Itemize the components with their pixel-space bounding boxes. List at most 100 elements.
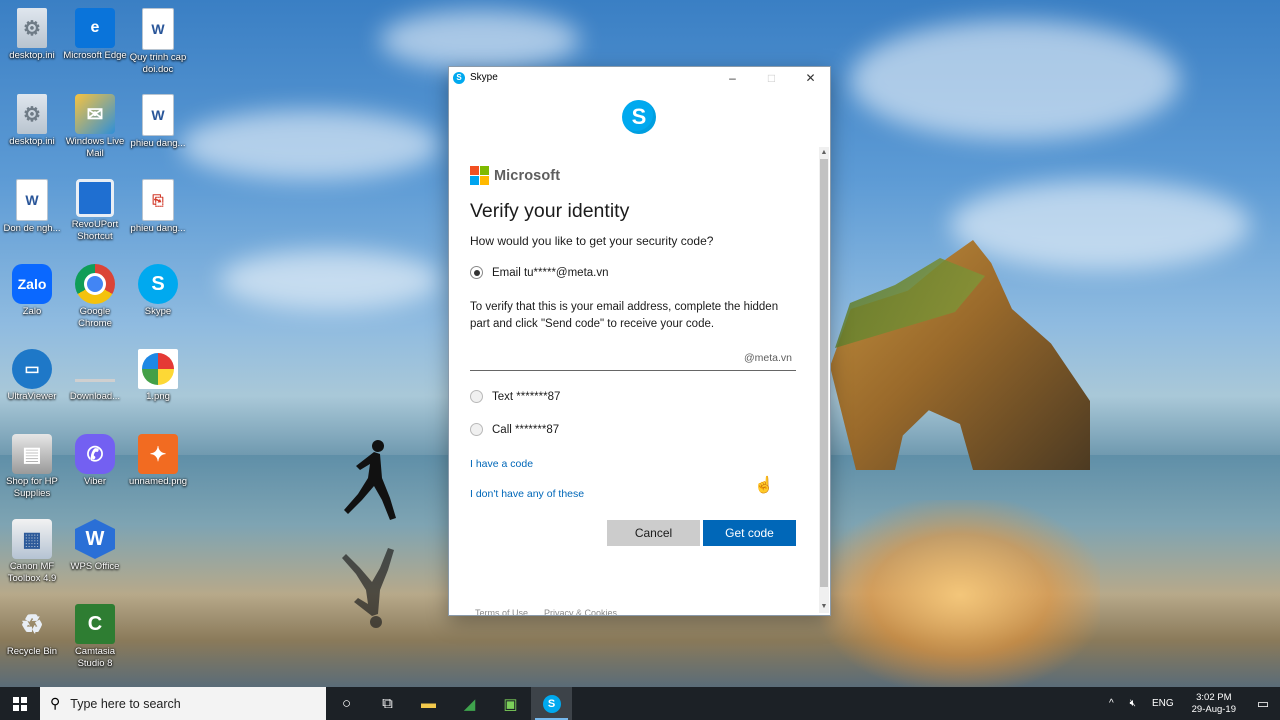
desktop-icon-viber[interactable]: ✆ Viber (63, 428, 127, 488)
desktop-icon-revouport[interactable]: RevoUPort Shortcut (63, 173, 127, 243)
window-title: Skype (470, 72, 498, 83)
image-icon (138, 349, 178, 389)
settings-file-icon: ⚙ (17, 8, 47, 48)
clock-time: 3:02 PM (1196, 691, 1232, 703)
privacy-link[interactable]: Privacy & Cookies (544, 608, 617, 615)
word-doc-icon: W (142, 94, 174, 136)
page-title: Verify your identity (470, 200, 630, 222)
hand-cursor-icon: ☝ (754, 477, 774, 494)
viber-icon: ✆ (75, 434, 115, 474)
desktop-icon-live-mail[interactable]: ✉ Windows Live Mail (63, 88, 127, 160)
clock-date: 29-Aug-19 (1191, 703, 1236, 715)
runner-silhouette (344, 440, 396, 520)
get-code-button[interactable]: Get code (703, 520, 796, 546)
file-explorer-button[interactable]: ▬ (408, 687, 449, 720)
edge-icon: e (75, 8, 115, 48)
cortana-circle-icon: ○ (341, 695, 352, 712)
email-domain-suffix: @meta.vn (744, 352, 793, 364)
minimize-button[interactable]: – (713, 67, 752, 88)
option-call-label: Call *******87 (492, 423, 560, 436)
call-radio[interactable] (470, 423, 483, 436)
clock[interactable]: 3:02 PM 29-Aug-19 (1182, 692, 1246, 716)
download-icon (75, 349, 115, 389)
pdf-icon: ⎘ (142, 179, 174, 221)
desktop-icon-download[interactable]: Download... (63, 343, 127, 403)
desktop-icon-desktop-ini-2[interactable]: ⚙ desktop.ini (0, 88, 64, 148)
footer-links: Terms of Use Privacy & Cookies (475, 608, 617, 615)
windows-logo-icon (13, 696, 27, 711)
desktop-icon-edge[interactable]: e Microsoft Edge (63, 2, 127, 62)
notification-center-icon[interactable]: ▭ (1246, 687, 1280, 720)
wps-icon: W (75, 519, 115, 559)
email-radio[interactable] (470, 266, 483, 279)
cloud (950, 180, 1250, 270)
word-doc-icon: W (16, 179, 48, 221)
desktop-icon-camtasia[interactable]: C Camtasia Studio 8 (63, 598, 127, 670)
skype-window: S Skype – □ ✕ S Microsoft Verify your id… (449, 67, 830, 615)
desktop-icon-phieu-dang[interactable]: W phieu dang... (126, 88, 190, 150)
microsoft-logo: Microsoft (470, 166, 560, 185)
printer-icon: ▤ (12, 434, 52, 474)
microsoft-brand-text: Microsoft (494, 167, 561, 184)
desktop-icon-quy-trinh[interactable]: W Quy trinh cap doi.doc (126, 2, 190, 76)
desktop-icon-phieu-dang-pdf[interactable]: ⎘ phieu dang... (126, 173, 190, 235)
terms-link[interactable]: Terms of Use (475, 608, 528, 615)
zalo-icon: Zalo (12, 264, 52, 304)
no-options-link[interactable]: I don't have any of these (470, 488, 584, 500)
desktop-icon-don-de-nghi[interactable]: W Don de ngh... (0, 173, 64, 235)
skype-taskbar-button[interactable]: S (531, 687, 572, 720)
desktop-icon-1-png[interactable]: 1.png (126, 343, 190, 403)
desktop-icon-wps-office[interactable]: W WPS Office (63, 513, 127, 573)
image-icon: ✦ (138, 434, 178, 474)
folder-icon: ▬ (421, 695, 436, 712)
task-view-button[interactable]: ⧉ (367, 687, 408, 720)
cancel-button[interactable]: Cancel (607, 520, 700, 546)
recycle-bin-icon: ♻ (20, 608, 44, 639)
desktop-icon-hp-supplies[interactable]: ▤ Shop for HP Supplies (0, 428, 64, 500)
runner-reflection (342, 548, 394, 628)
option-text-label: Text *******87 (492, 390, 561, 403)
word-doc-icon: W (142, 8, 174, 50)
security-question: How would you like to get your security … (470, 234, 714, 248)
skype-logo-icon: S (622, 100, 656, 134)
scroll-up-arrow-icon[interactable]: ▲ (819, 147, 829, 159)
desktop-icon-zalo[interactable]: Zalo Zalo (0, 258, 64, 318)
skype-icon: S (138, 264, 178, 304)
language-indicator[interactable]: ENG (1144, 698, 1182, 709)
verify-description: To verify that this is your email addres… (470, 301, 779, 330)
window-titlebar[interactable]: S Skype – □ ✕ (449, 67, 830, 88)
desktop-icon-recycle-bin[interactable]: ♻ Recycle Bin (0, 598, 64, 658)
option-call[interactable]: Call *******87 (470, 423, 559, 436)
scroll-down-arrow-icon[interactable]: ▼ (819, 601, 829, 613)
skype-app-icon: S (453, 71, 465, 84)
camtasia-taskbar-button[interactable]: ▣ (490, 687, 531, 720)
cloud (380, 10, 580, 70)
cloud (220, 250, 440, 310)
scroll-thumb[interactable] (820, 159, 828, 587)
cortana-button[interactable]: ○ (326, 687, 367, 720)
settings-file-icon: ⚙ (17, 94, 47, 134)
taskbar-search[interactable]: ⚲ (40, 687, 326, 720)
vertical-scrollbar[interactable]: ▲ ▼ (819, 147, 829, 613)
desktop-icon-desktop-ini[interactable]: ⚙ desktop.ini (0, 2, 64, 62)
text-radio[interactable] (470, 390, 483, 403)
camtasia-icon: ▣ (503, 695, 518, 713)
volume-muted-icon[interactable]: 🔇︎ (1122, 698, 1144, 709)
chrome-icon (75, 264, 115, 304)
desktop-icon-unnamed-png[interactable]: ✦ unnamed.png (126, 428, 190, 488)
option-email[interactable]: Email tu*****@meta.vn (470, 266, 609, 279)
search-input[interactable] (68, 695, 303, 712)
show-hidden-icons-chevron-icon[interactable]: ^ (1101, 698, 1122, 709)
have-code-link[interactable]: I have a code (470, 458, 533, 470)
desktop-icon-ultraviewer[interactable]: ▭ UltraViewer (0, 343, 64, 403)
option-text[interactable]: Text *******87 (470, 390, 560, 403)
close-button[interactable]: ✕ (791, 67, 830, 88)
desktop-icon-chrome[interactable]: Google Chrome (63, 258, 127, 330)
desktop-icon-canon-toolbox[interactable]: ▦ Canon MF Toolbox 4.9 (0, 513, 64, 585)
shortcut-icon (76, 179, 114, 217)
desktop-icon-skype[interactable]: S Skype (126, 258, 190, 318)
taskbar-app-button[interactable]: ◢ (449, 687, 490, 720)
app-icon: ◢ (463, 695, 476, 713)
cloud (850, 20, 1180, 140)
start-button[interactable] (0, 687, 40, 720)
